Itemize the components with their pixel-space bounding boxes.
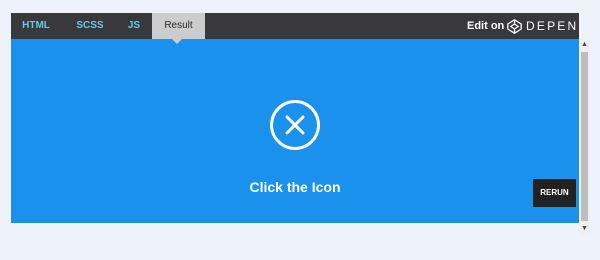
codepen-wordmark: DEPEN bbox=[526, 19, 579, 33]
tab-html[interactable]: HTML bbox=[11, 13, 61, 39]
scroll-up-arrow-icon[interactable]: ▲ bbox=[580, 40, 589, 50]
edit-on-label[interactable]: Edit on bbox=[467, 13, 504, 39]
result-scrollbar[interactable]: ▲ ▼ bbox=[579, 39, 590, 235]
tab-scss[interactable]: SCSS bbox=[67, 13, 113, 39]
scroll-down-arrow-icon[interactable]: ▼ bbox=[580, 224, 589, 234]
close-circle-icon bbox=[270, 100, 320, 150]
click-the-icon-label: Click the Icon bbox=[249, 179, 341, 195]
scrollbar-thumb[interactable] bbox=[581, 52, 588, 221]
rerun-button[interactable]: RERUN bbox=[533, 179, 576, 207]
tab-js[interactable]: JS bbox=[119, 13, 149, 39]
tab-result[interactable]: Result bbox=[152, 13, 205, 39]
close-circle-button[interactable] bbox=[269, 99, 321, 151]
codepen-icon bbox=[507, 19, 522, 34]
codepen-embed: HTML SCSS JS Result Edit on DEPEN Click … bbox=[11, 13, 590, 235]
embed-header: HTML SCSS JS Result Edit on DEPEN bbox=[11, 13, 579, 39]
active-tab-pointer bbox=[172, 39, 182, 44]
